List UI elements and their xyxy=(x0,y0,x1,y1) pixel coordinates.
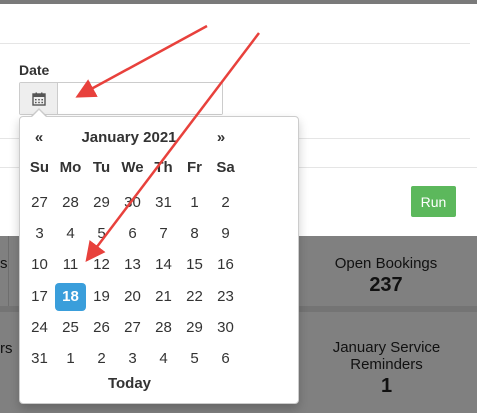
calendar-day[interactable]: 1 xyxy=(179,189,210,217)
calendar-day[interactable]: 29 xyxy=(86,189,117,217)
calendar-day[interactable]: 5 xyxy=(86,220,117,248)
calendar-day[interactable]: 17 xyxy=(24,283,55,311)
calendar-day[interactable]: 4 xyxy=(55,220,86,248)
calendar-week-row: 3456789 xyxy=(24,218,241,249)
calendar-day[interactable]: 2 xyxy=(86,345,117,373)
month-year-switch[interactable]: January 2021 xyxy=(74,129,184,146)
calendar-day[interactable]: 27 xyxy=(24,189,55,217)
calendar-day[interactable]: 6 xyxy=(210,345,241,373)
weekday-label: Sa xyxy=(216,159,235,176)
calendar-day[interactable]: 8 xyxy=(179,220,210,248)
modal-header-divider xyxy=(0,43,470,44)
date-label: Date xyxy=(19,62,50,78)
weekday-label: Tu xyxy=(92,159,111,176)
clipped-stat-label-b: rs xyxy=(0,340,13,357)
calendar-day[interactable]: 4 xyxy=(148,345,179,373)
weekday-header: Su Mo Tu We Th Fr Sa xyxy=(24,159,241,176)
date-input-group xyxy=(19,82,223,115)
calendar-day[interactable]: 14 xyxy=(148,251,179,279)
calendar-day[interactable]: 30 xyxy=(117,189,148,217)
service-reminders-label: January Service Reminders xyxy=(332,339,441,373)
calendar-day[interactable]: 24 xyxy=(24,314,55,342)
clipped-stat-label-a: s xyxy=(0,255,8,272)
calendar-day[interactable]: 1 xyxy=(55,345,86,373)
datepicker-caret-inner xyxy=(32,110,46,117)
calendar-day[interactable]: 3 xyxy=(117,345,148,373)
calendar-day[interactable]: 28 xyxy=(148,314,179,342)
card-divider xyxy=(8,236,9,306)
calendar-day[interactable]: 31 xyxy=(24,345,55,373)
calendar-week-row: 10 11 12 13 14 15 16 xyxy=(24,250,241,281)
weekday-label: Th xyxy=(154,159,173,176)
calendar-day[interactable]: 9 xyxy=(210,220,241,248)
open-bookings-stat: Open Bookings 237 xyxy=(326,255,446,297)
today-button[interactable]: Today xyxy=(20,375,239,392)
modal-top-edge xyxy=(0,0,477,4)
calendar-day[interactable]: 18 xyxy=(55,282,86,311)
next-month-button[interactable]: » xyxy=(208,129,234,146)
day-grid: 27 28 29 30 31 1 2 3 4 5 6 7 8 9 10 11 12 13 14 15 16 17 18 19 2… xyxy=(24,187,241,375)
open-bookings-label: Open Bookings xyxy=(334,255,438,272)
calendar-day[interactable]: 2 xyxy=(210,189,241,217)
calendar-day[interactable]: 11 xyxy=(55,251,86,279)
calendar-day[interactable]: 26 xyxy=(86,314,117,342)
service-reminders-stat: January Service Reminders 1 xyxy=(296,339,477,398)
calendar-day[interactable]: 16 xyxy=(210,251,241,279)
calendar-day[interactable]: 12 xyxy=(86,251,117,279)
calendar-day[interactable]: 7 xyxy=(148,220,179,248)
calendar-day[interactable]: 22 xyxy=(179,283,210,311)
calendar-day[interactable]: 30 xyxy=(210,314,241,342)
calendar-day[interactable]: 31 xyxy=(148,189,179,217)
weekday-label: Su xyxy=(29,159,50,176)
calendar-day[interactable]: 25 xyxy=(55,314,86,342)
calendar-day[interactable]: 23 xyxy=(210,283,241,311)
calendar-week-row: 24 25 26 27 28 29 30 xyxy=(24,312,241,343)
calendar-day[interactable]: 3 xyxy=(24,220,55,248)
calendar-day[interactable]: 13 xyxy=(117,251,148,279)
open-bookings-value: 237 xyxy=(369,274,403,296)
datepicker: « January 2021 » Su Mo Tu We Th Fr Sa 27… xyxy=(19,116,299,404)
calendar-week-row: 17 18 19 20 21 22 23 xyxy=(24,281,241,312)
calendar-day[interactable]: 5 xyxy=(179,345,210,373)
date-input[interactable] xyxy=(59,83,222,114)
calendar-day[interactable]: 29 xyxy=(179,314,210,342)
calendar-day[interactable]: 19 xyxy=(86,283,117,311)
weekday-label: We xyxy=(121,159,144,176)
weekday-label: Mo xyxy=(59,159,82,176)
run-button[interactable]: Run xyxy=(411,186,456,217)
calendar-day[interactable]: 6 xyxy=(117,220,148,248)
calendar-day[interactable]: 10 xyxy=(24,251,55,279)
calendar-day[interactable]: 15 xyxy=(179,251,210,279)
service-reminders-value: 1 xyxy=(380,375,393,397)
calendar-week-row: 27 28 29 30 31 1 2 xyxy=(24,187,241,218)
calendar-day[interactable]: 21 xyxy=(148,283,179,311)
calendar-week-row: 31 1 2 3 4 5 6 xyxy=(24,343,241,374)
calendar-day[interactable]: 20 xyxy=(117,283,148,311)
calendar-day[interactable]: 28 xyxy=(55,189,86,217)
calendar-day[interactable]: 27 xyxy=(117,314,148,342)
prev-month-button[interactable]: « xyxy=(26,129,52,146)
weekday-label: Fr xyxy=(187,159,202,176)
